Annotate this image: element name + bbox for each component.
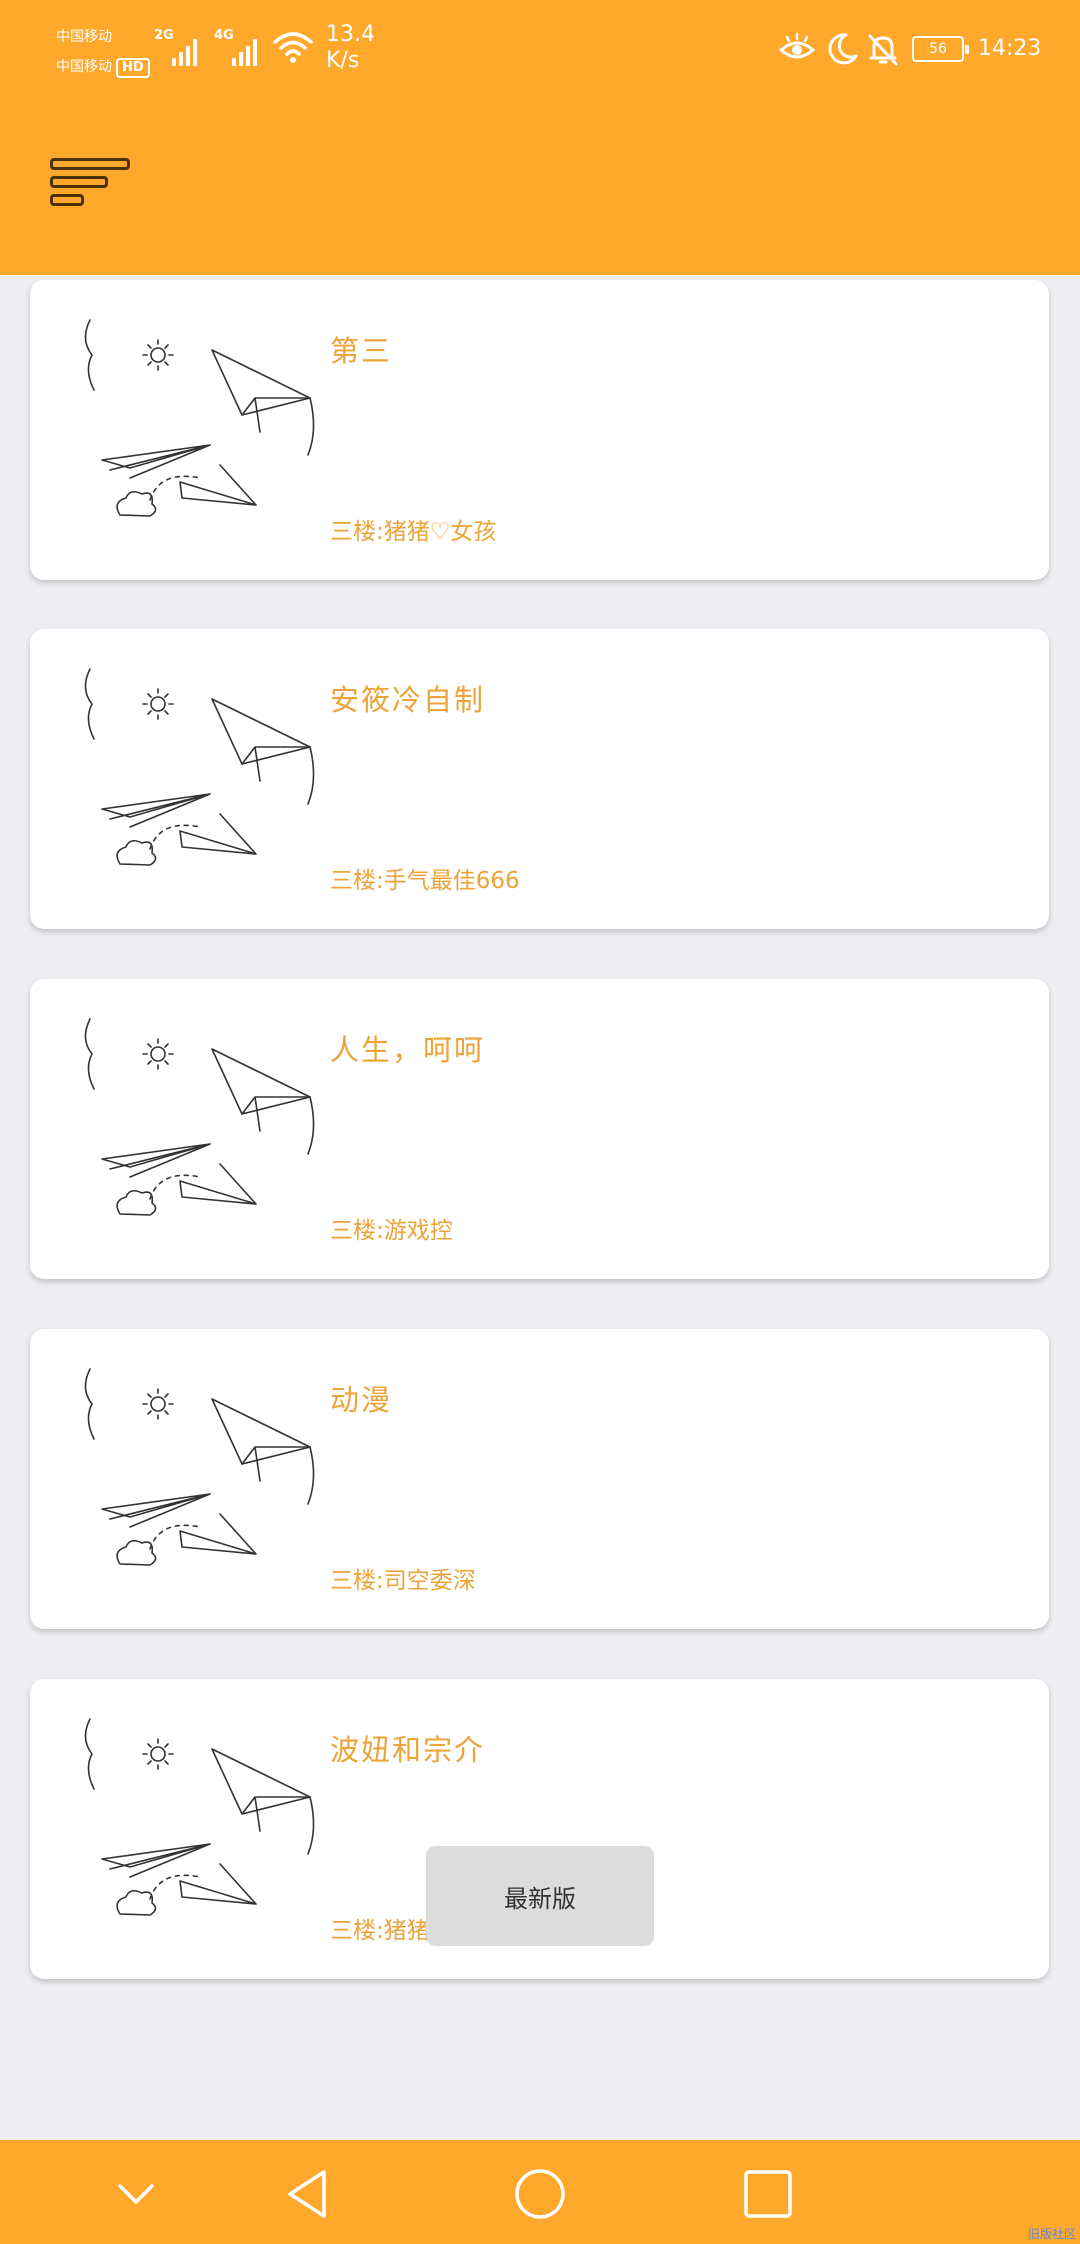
- paper-plane-illustration: [84, 1018, 315, 1216]
- card-subtitle: 三楼:手气最佳666: [330, 868, 520, 894]
- signal-icon-1: 2G: [154, 28, 206, 66]
- card-title: 第三: [330, 334, 393, 368]
- card-title: 人生，呵呵: [330, 1033, 486, 1067]
- home-icon[interactable]: [510, 2164, 570, 2224]
- signal-2-tag: 4G: [214, 28, 234, 43]
- speed-unit: K/s: [326, 48, 360, 73]
- card-subtitle: 三楼:司空委深: [330, 1568, 476, 1594]
- carrier-2: 中国移动 HD: [56, 56, 150, 78]
- network-speed: 13.4 K/s: [326, 22, 375, 74]
- eye-comfort-icon: [778, 32, 816, 59]
- hd-badge: HD: [116, 58, 150, 78]
- menu-icon[interactable]: [44, 158, 134, 218]
- paper-plane-illustration: [84, 1368, 315, 1566]
- back-icon[interactable]: [280, 2164, 340, 2224]
- toast-text: 最新版: [504, 1884, 576, 1913]
- card-subtitle: 三楼:猪猪: [330, 1918, 430, 1944]
- card-subtitle: 三楼:猪猪♡女孩: [330, 519, 497, 545]
- toast: 最新版: [426, 1846, 654, 1946]
- bell-off-icon: [868, 34, 898, 66]
- paper-plane-illustration: [84, 668, 315, 866]
- collapse-icon[interactable]: [106, 2164, 166, 2224]
- moon-icon: [828, 33, 858, 65]
- paper-plane-illustration: [84, 319, 315, 517]
- list-item[interactable]: 第三 三楼:猪猪♡女孩: [30, 280, 1049, 580]
- carrier-1: 中国移动: [56, 29, 112, 45]
- status-bar: 中国移动 中国移动 HD 2G 4G 13.4 K/s 56 14:23: [0, 0, 1080, 110]
- signal-icon-2: 4G: [214, 28, 266, 66]
- app-bar: [0, 110, 1080, 275]
- card-subtitle: 三楼:游戏控: [330, 1218, 453, 1244]
- card-title: 动漫: [330, 1383, 393, 1417]
- list-item[interactable]: 安筱冷自制 三楼:手气最佳666: [30, 629, 1049, 929]
- list-item[interactable]: 人生，呵呵 三楼:游戏控: [30, 979, 1049, 1279]
- paper-plane-illustration: [84, 1718, 315, 1916]
- clock: 14:23: [978, 36, 1042, 61]
- battery-icon: 56: [912, 36, 969, 62]
- recents-icon[interactable]: [738, 2164, 798, 2224]
- wifi-icon: [273, 32, 313, 63]
- speed-value: 13.4: [326, 22, 375, 47]
- card-title: 波妞和宗介: [330, 1733, 486, 1767]
- carrier-2-label: 中国移动: [56, 59, 112, 75]
- system-nav-bar: 旧版社区: [0, 2140, 1080, 2244]
- list-item[interactable]: 动漫 三楼:司空委深: [30, 1329, 1049, 1629]
- card-title: 安筱冷自制: [330, 683, 486, 717]
- watermark: 旧版社区: [1027, 2227, 1076, 2241]
- signal-1-tag: 2G: [154, 28, 174, 43]
